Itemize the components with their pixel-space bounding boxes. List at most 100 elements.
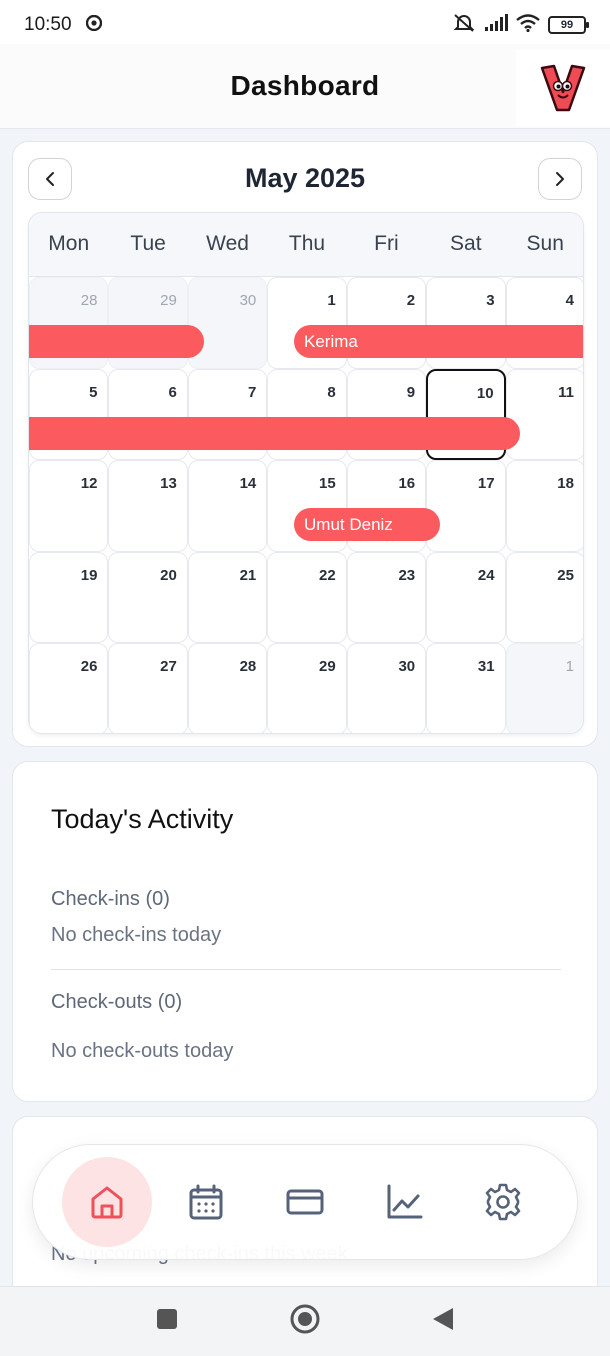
day-number: 13 — [160, 475, 177, 493]
today-activity-card: Today's Activity Check-ins (0) No check-… — [12, 761, 598, 1102]
day-number: 18 — [557, 475, 574, 493]
day-number: 7 — [247, 383, 257, 401]
booking-event[interactable] — [29, 325, 204, 358]
calendar-day[interactable]: 25 — [505, 551, 583, 644]
calendar-day[interactable]: 18 — [505, 460, 583, 552]
weekday-label: Thu — [288, 232, 326, 255]
page-title: Dashboard — [230, 70, 380, 101]
month-title: May 2025 — [244, 163, 366, 193]
checkins-heading: Check-ins (0) — [51, 888, 170, 910]
status-time: 10:50 — [24, 14, 72, 35]
bottom-navigation — [32, 1144, 578, 1260]
calendar-icon — [189, 1184, 223, 1220]
calendar-day[interactable]: 11 — [505, 368, 583, 461]
checkouts-heading: Check-outs (0) — [51, 991, 183, 1013]
back-system-button[interactable] — [431, 1306, 455, 1337]
mute-icon — [452, 13, 476, 38]
calendar-week: 28 29 30 1 2 3 4 Kerima — [29, 277, 583, 369]
app-logo[interactable] — [516, 50, 610, 126]
calendar-day[interactable]: 20 — [108, 551, 188, 644]
calendar-day[interactable]: 23 — [346, 551, 427, 644]
day-number: 20 — [160, 566, 177, 584]
calendar-day[interactable]: 24 — [426, 551, 506, 644]
day-number: 26 — [80, 658, 98, 676]
day-number: 17 — [477, 475, 495, 493]
calendar-day[interactable]: 12 — [29, 460, 109, 552]
month-navigation: May 2025 — [13, 142, 597, 214]
calendar-day[interactable]: 14 — [187, 460, 268, 552]
app-header: Dashboard — [0, 44, 610, 129]
day-number: 11 — [558, 383, 574, 401]
booking-event[interactable]: Umut Deniz — [294, 508, 440, 542]
day-number: 30 — [398, 658, 416, 676]
day-number: 15 — [319, 475, 336, 493]
calendar-day[interactable]: 17 — [426, 460, 506, 552]
calendar-week: 26 27 28 29 30 31 1 — [29, 643, 583, 733]
day-number: 25 — [557, 566, 574, 584]
home-system-button[interactable] — [289, 1303, 321, 1340]
circle-icon — [290, 1304, 320, 1334]
day-number: 5 — [89, 383, 98, 401]
next-month-button[interactable] — [538, 158, 582, 200]
weekday-label: Mon — [48, 232, 90, 255]
day-number: 1 — [327, 292, 336, 309]
nav-calendar[interactable] — [161, 1157, 251, 1247]
status-bar: 10:50 99 — [0, 0, 610, 50]
calendar-day[interactable]: 30 — [187, 277, 268, 369]
calendar-week: 19 20 21 22 23 24 25 — [29, 551, 583, 644]
calendar-day[interactable]: 26 — [29, 643, 109, 733]
back-triangle-icon — [433, 1308, 453, 1330]
recent-apps-button[interactable] — [155, 1307, 179, 1336]
day-number: 9 — [406, 383, 416, 401]
day-number: 22 — [319, 566, 336, 584]
day-number: 24 — [477, 566, 495, 584]
calendar-day[interactable]: 22 — [267, 551, 347, 644]
day-number: 6 — [168, 383, 177, 401]
nav-payments[interactable] — [260, 1157, 350, 1247]
day-number: 31 — [477, 658, 495, 676]
booking-event[interactable] — [29, 416, 520, 450]
weekday-label: Sun — [526, 232, 564, 255]
calendar-day[interactable]: 30 — [346, 643, 427, 733]
calendar-day[interactable]: 31 — [426, 643, 506, 733]
nav-settings[interactable] — [458, 1157, 548, 1247]
calendar-day[interactable]: 29 — [267, 643, 347, 733]
weekday-label: Sat — [450, 232, 482, 255]
day-number: 29 — [319, 658, 336, 676]
day-number: 19 — [80, 566, 98, 584]
battery-indicator: 99 — [548, 16, 589, 34]
booking-event[interactable]: Kerima — [294, 325, 583, 358]
chart-line-icon — [387, 1184, 423, 1219]
calendar-day[interactable]: 13 — [108, 460, 188, 552]
weekday-header: Mon Tue Wed Thu Fri Sat Sun — [29, 213, 583, 277]
home-icon — [91, 1186, 123, 1219]
day-number: 14 — [239, 475, 257, 493]
day-number: 1 — [565, 658, 574, 676]
system-navigation-bar — [0, 1286, 610, 1356]
day-number: 30 — [239, 292, 257, 309]
calendar-card: May 2025 Mon Tue Wed Thu Fri Sat Sun 28 … — [12, 141, 598, 747]
day-number: 27 — [160, 658, 177, 676]
weekday-label: Tue — [130, 232, 166, 255]
calendar-grid: Mon Tue Wed Thu Fri Sat Sun 28 29 30 1 2… — [28, 212, 584, 734]
credit-card-icon — [286, 1189, 324, 1215]
checkins-empty-message: No check-ins today — [51, 924, 222, 946]
calendar-day[interactable]: 27 — [108, 643, 188, 733]
activity-title: Today's Activity — [51, 804, 234, 834]
weekday-label: Wed — [206, 232, 249, 255]
nav-home[interactable] — [61, 1157, 152, 1247]
day-number: 10 — [476, 384, 494, 402]
square-icon — [157, 1309, 177, 1329]
day-number: 12 — [80, 475, 98, 493]
day-number: 2 — [406, 292, 416, 309]
nav-analytics[interactable] — [359, 1157, 449, 1247]
calendar-day[interactable]: 21 — [187, 551, 268, 644]
wifi-icon — [516, 13, 540, 37]
calendar-day[interactable]: 28 — [187, 643, 268, 733]
checkouts-empty-message: No check-outs today — [51, 1040, 234, 1062]
calendar-day[interactable]: 1 — [505, 643, 583, 733]
weekday-label: Fri — [374, 232, 399, 255]
gear-icon — [486, 1183, 521, 1221]
calendar-day[interactable]: 19 — [29, 551, 109, 644]
day-number: 29 — [160, 292, 177, 309]
